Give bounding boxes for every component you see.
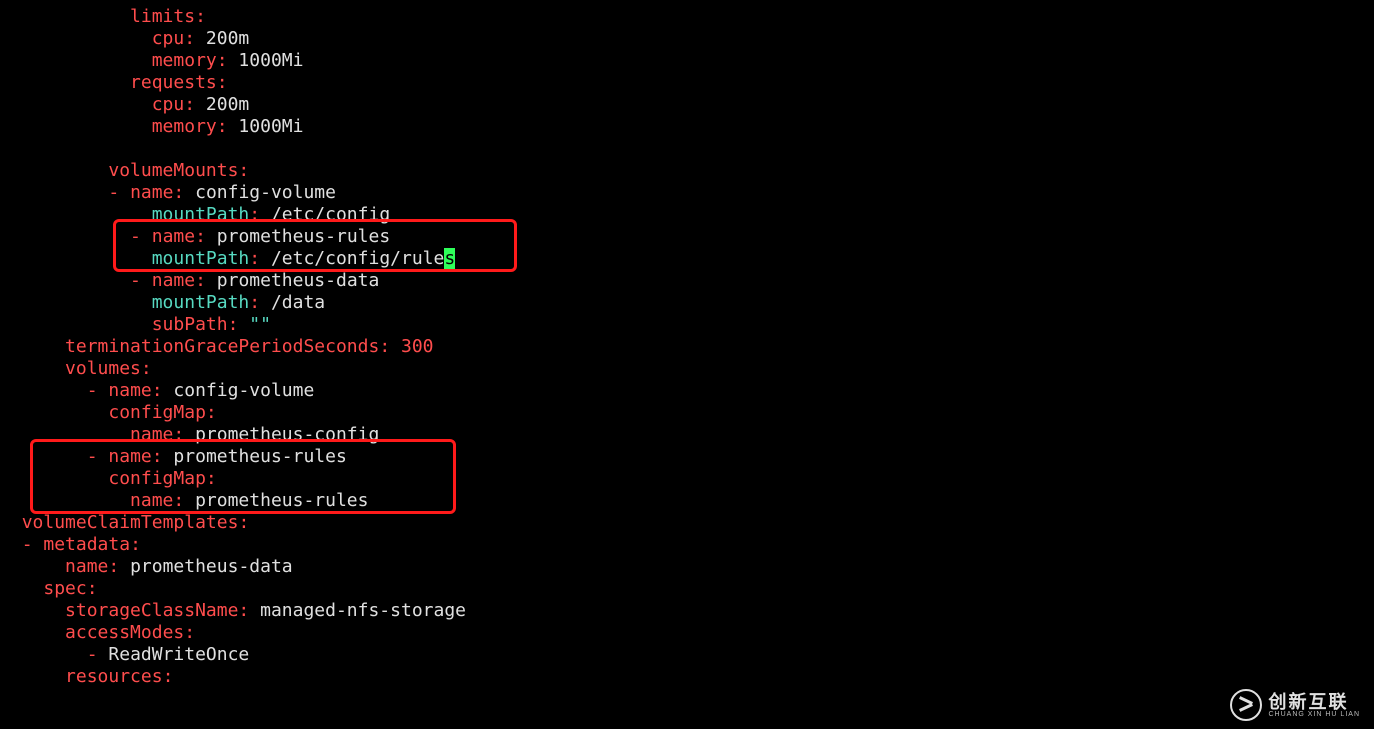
code-line: spec: bbox=[0, 578, 1374, 600]
code-line: volumeMounts: bbox=[0, 160, 1374, 182]
code-line bbox=[0, 138, 1374, 160]
code-line: name: prometheus-data bbox=[0, 556, 1374, 578]
code-line: - name: config-volume bbox=[0, 182, 1374, 204]
code-line: terminationGracePeriodSeconds: 300 bbox=[0, 336, 1374, 358]
code-line: - metadata: bbox=[0, 534, 1374, 556]
code-line: - name: prometheus-rules bbox=[0, 446, 1374, 468]
code-line: cpu: 200m bbox=[0, 94, 1374, 116]
code-line: limits: bbox=[0, 6, 1374, 28]
code-line: - name: prometheus-rules bbox=[0, 226, 1374, 248]
code-line: mountPath: /etc/config bbox=[0, 204, 1374, 226]
terminal-editor[interactable]: limits: cpu: 200m memory: 1000Mi request… bbox=[0, 0, 1374, 688]
code-line: - name: prometheus-data bbox=[0, 270, 1374, 292]
code-line: - name: config-volume bbox=[0, 380, 1374, 402]
cursor: s bbox=[444, 248, 455, 270]
code-line: resources: bbox=[0, 666, 1374, 688]
code-line: storageClassName: managed-nfs-storage bbox=[0, 600, 1374, 622]
code-line: requests: bbox=[0, 72, 1374, 94]
code-line: configMap: bbox=[0, 468, 1374, 490]
code-line: name: prometheus-rules bbox=[0, 490, 1374, 512]
code-line: - ReadWriteOnce bbox=[0, 644, 1374, 666]
code-line: mountPath: /etc/config/rules bbox=[0, 248, 1374, 270]
code-line: accessModes: bbox=[0, 622, 1374, 644]
watermark-logo-icon bbox=[1230, 689, 1262, 721]
code-line: memory: 1000Mi bbox=[0, 116, 1374, 138]
code-line: memory: 1000Mi bbox=[0, 50, 1374, 72]
watermark: 创新互联 CHUANG XIN HU LIAN bbox=[1230, 689, 1360, 721]
code-line: cpu: 200m bbox=[0, 28, 1374, 50]
code-line: configMap: bbox=[0, 402, 1374, 424]
code-line: name: prometheus-config bbox=[0, 424, 1374, 446]
code-line: mountPath: /data bbox=[0, 292, 1374, 314]
code-line: volumeClaimTemplates: bbox=[0, 512, 1374, 534]
watermark-text-cn: 创新互联 bbox=[1268, 693, 1360, 711]
code-line: volumes: bbox=[0, 358, 1374, 380]
watermark-text-py: CHUANG XIN HU LIAN bbox=[1268, 711, 1360, 718]
code-line: subPath: "" bbox=[0, 314, 1374, 336]
